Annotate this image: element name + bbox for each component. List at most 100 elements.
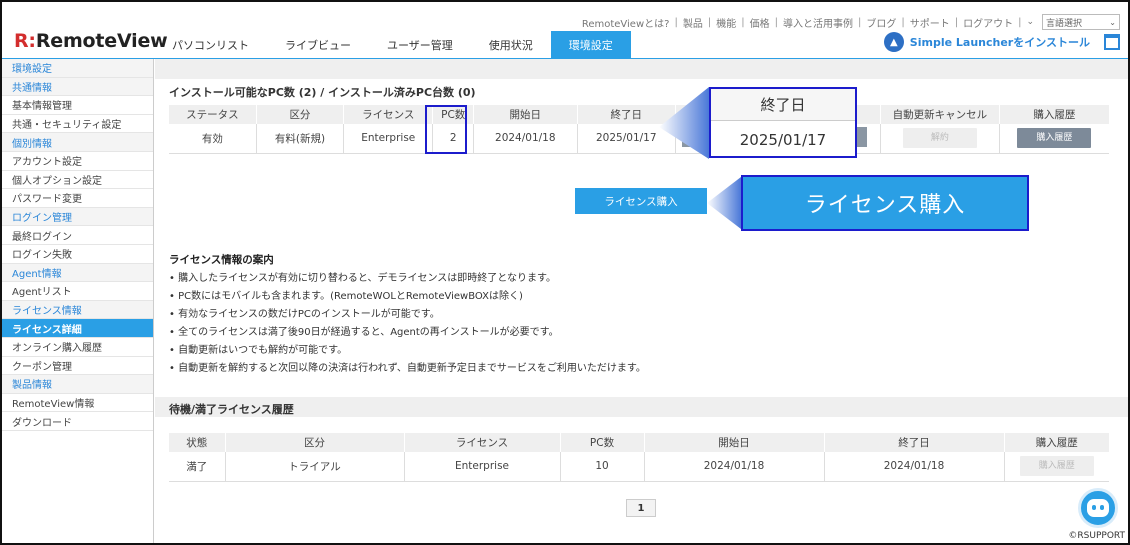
simple-launcher-link[interactable]: ▲ Simple Launcherをインストール: [883, 32, 1120, 52]
guide-item: PC数にはモバイルも含まれます。(RemoteWOLとRemoteViewBOX…: [169, 288, 646, 306]
sidebar-section-settings[interactable]: 環境設定: [2, 59, 153, 78]
col-pc-count: PC数: [560, 433, 645, 452]
guide-item: 自動更新はいつでも解約が可能です。: [169, 342, 646, 360]
sidebar-section-product[interactable]: 製品情報: [2, 375, 153, 394]
license-section-title: インストール可能なPC数 (2) / インストール済みPC台数 (0): [169, 86, 476, 99]
sidebar-item-personal-options[interactable]: 個人オプション設定: [2, 171, 153, 190]
history-section-title: 待機/満了ライセンス履歴: [169, 403, 294, 416]
sidebar-item-online-purchase[interactable]: オンライン購入履歴: [2, 338, 153, 357]
top-link-pricing[interactable]: 価格: [750, 15, 770, 30]
col-license: ライセンス: [343, 105, 434, 124]
top-link-features[interactable]: 機能: [716, 15, 736, 30]
guide-item: 全てのライセンスは満了後90日が経過すると、Agentの再インストールが必要です…: [169, 324, 646, 342]
main-nav: パソコンリスト ライブビュー ユーザー管理 使用状況 環境設定: [154, 31, 631, 58]
tab-live-view[interactable]: ライブビュー: [267, 31, 369, 58]
col-category: 区分: [225, 433, 405, 452]
sidebar-section-agent[interactable]: Agent情報: [2, 263, 153, 283]
chevron-down-icon: ⌄: [1109, 17, 1116, 27]
window-icon[interactable]: [1104, 34, 1120, 50]
cell-license: Enterprise: [343, 124, 434, 154]
copyright: ©RSUPPORT: [1068, 531, 1125, 541]
cell-category: 有料(新規): [256, 124, 345, 154]
cell-license: Enterprise: [404, 452, 561, 482]
guide-item: 有効なライセンスの数だけPCのインストールが可能です。: [169, 306, 646, 324]
purchase-history-button[interactable]: 購入履歴: [1019, 456, 1094, 477]
tab-usage[interactable]: 使用状況: [471, 31, 551, 58]
sidebar-item-download[interactable]: ダウンロード: [2, 412, 153, 431]
sidebar-section-individual[interactable]: 個別情報: [2, 133, 153, 152]
end-date-callout-arrow: [659, 87, 709, 159]
sidebar-item-remoteview-info[interactable]: RemoteView情報: [2, 394, 153, 413]
page-button[interactable]: 1: [626, 499, 656, 517]
rocket-icon: ▲: [883, 32, 904, 52]
top-link-product[interactable]: 製品: [683, 15, 703, 30]
cell-history: 購入履歴: [1004, 452, 1109, 482]
purchase-license-callout: ライセンス購入: [741, 175, 1029, 231]
top-link-cases[interactable]: 導入と活用事例: [783, 15, 853, 30]
table-row: 有効 有料(新規) Enterprise 2 2024/01/18 2025/0…: [169, 124, 1109, 154]
col-end-date: 終了日: [824, 433, 1005, 452]
purchase-history-button[interactable]: 購入履歴: [1017, 128, 1092, 149]
purchase-callout-arrow: [707, 177, 741, 229]
table-header-row: 状態 区分 ライセンス PC数 開始日 終了日 購入履歴: [169, 433, 1109, 452]
sidebar-section-license[interactable]: ライセンス情報: [2, 300, 153, 320]
table-row: 満了 トライアル Enterprise 10 2024/01/18 2024/0…: [169, 452, 1109, 482]
col-category: 区分: [256, 105, 345, 124]
top-link-support[interactable]: サポート: [910, 15, 950, 30]
sidebar-item-password[interactable]: パスワード変更: [2, 189, 153, 208]
sidebar-section-login[interactable]: ログイン管理: [2, 207, 153, 227]
end-date-callout-header: 終了日: [711, 89, 855, 121]
col-status: ステータス: [169, 105, 257, 124]
cancel-subscription-button[interactable]: 解約: [902, 128, 977, 149]
sidebar-item-license-detail[interactable]: ライセンス詳細: [2, 319, 153, 338]
cell-status: 有効: [169, 124, 257, 154]
guide-item: 購入したライセンスが有効に切り替わると、デモライセンスは即時終了となります。: [169, 270, 646, 288]
top-link-logout[interactable]: ログアウト: [963, 15, 1013, 30]
purchase-license-button[interactable]: ライセンス購入: [575, 188, 707, 214]
tab-user-management[interactable]: ユーザー管理: [369, 31, 471, 58]
sidebar-item-account[interactable]: アカウント設定: [2, 152, 153, 171]
top-links: RemoteViewとは? | 製品 | 機能 | 価格 | 導入と活用事例 | ブログ |…: [582, 14, 1120, 30]
logo[interactable]: R: RemoteView: [14, 30, 168, 52]
language-select-value: 言語選択: [1046, 18, 1083, 29]
guide-item: 自動更新を解約すると次回以降の決済は行われず、自動更新予定日までサービスをご利用…: [169, 360, 646, 378]
simple-launcher-label: Simple Launcherをインストール: [909, 36, 1090, 49]
sidebar-item-agent-list[interactable]: Agentリスト: [2, 282, 153, 301]
chatbot-icon[interactable]: [1078, 488, 1118, 528]
cell-start-date: 2024/01/18: [644, 452, 825, 482]
cell-category: トライアル: [225, 452, 405, 482]
license-guide-list: 購入したライセンスが有効に切り替わると、デモライセンスは即時終了となります。 P…: [169, 270, 646, 378]
sidebar-item-basic-info[interactable]: 基本情報管理: [2, 96, 153, 115]
end-date-callout-value: 2025/01/17: [739, 130, 827, 149]
col-purchase-history: 購入履歴: [999, 105, 1109, 124]
sidebar-item-coupon[interactable]: クーポン管理: [2, 357, 153, 376]
license-table: ステータス 区分 ライセンス PC数 開始日 終了日 自動更新キャンセル 購入履…: [169, 105, 1109, 154]
sidebar-section-common[interactable]: 共通情報: [2, 77, 153, 97]
tab-settings[interactable]: 環境設定: [550, 31, 631, 58]
pc-count-highlight: [425, 105, 467, 154]
robot-face-icon: [1087, 499, 1109, 517]
col-license: ライセンス: [404, 433, 561, 452]
col-start-date: 開始日: [644, 433, 825, 452]
col-purchase-history: 購入履歴: [1004, 433, 1109, 452]
logo-text: RemoteView: [35, 30, 168, 52]
main-content: インストール可能なPC数 (2) / インストール済みPC台数 (0) ステータ…: [155, 59, 1128, 543]
sidebar: 環境設定 共通情報 基本情報管理 共通・セキュリティ設定 個別情報 アカウント設…: [2, 59, 154, 543]
cell-cancel: 解約: [880, 124, 1000, 154]
cell-state: 満了: [169, 452, 226, 482]
chevron-down-icon[interactable]: ⌄: [1026, 17, 1034, 27]
history-table: 状態 区分 ライセンス PC数 開始日 終了日 購入履歴 満了 トライアル En…: [169, 433, 1109, 482]
cell-end-date: 2024/01/18: [824, 452, 1005, 482]
sidebar-item-last-login[interactable]: 最終ログイン: [2, 226, 153, 245]
tab-pc-list[interactable]: パソコンリスト: [154, 31, 267, 58]
sidebar-item-security[interactable]: 共通・セキュリティ設定: [2, 115, 153, 134]
cell-start-date: 2024/01/18: [473, 124, 578, 154]
table-header-row: ステータス 区分 ライセンス PC数 開始日 終了日 自動更新キャンセル 購入履…: [169, 105, 1109, 124]
sidebar-item-login-failure[interactable]: ログイン失敗: [2, 245, 153, 264]
content-top-band: [155, 59, 1128, 79]
license-guide-title: ライセンス情報の案内: [169, 254, 274, 266]
language-select[interactable]: 言語選択 ⌄: [1042, 14, 1120, 30]
top-link-about[interactable]: RemoteViewとは?: [582, 15, 670, 30]
top-link-blog[interactable]: ブログ: [866, 15, 896, 30]
cell-history: 購入履歴: [999, 124, 1109, 154]
